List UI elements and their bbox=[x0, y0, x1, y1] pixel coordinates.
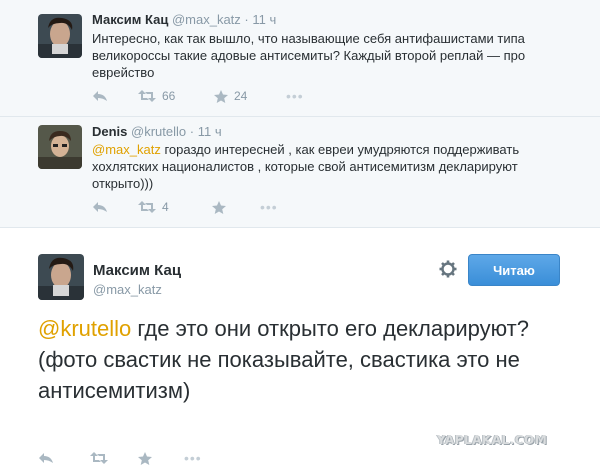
favorite-icon bbox=[214, 89, 228, 103]
tweet-text: @krutello где это они открыто его деклар… bbox=[38, 313, 558, 406]
separator-dot: · bbox=[244, 12, 249, 27]
favorite-icon bbox=[138, 451, 152, 465]
tweet-text: Интересно, как так вышло, что называющие… bbox=[92, 31, 526, 80]
avatar[interactable] bbox=[38, 254, 84, 300]
reply-icon bbox=[93, 91, 107, 101]
author-name[interactable]: Максим Кац bbox=[93, 262, 181, 279]
retweet-button[interactable]: 4 bbox=[138, 200, 212, 214]
more-icon[interactable]: ••• bbox=[286, 88, 304, 104]
reply-button[interactable] bbox=[92, 90, 138, 102]
gear-icon[interactable] bbox=[439, 260, 457, 283]
watermark: YAPLAKAL.COM bbox=[437, 433, 548, 447]
tweet-header: Denis @krutello · 11 ч bbox=[92, 124, 222, 139]
author-name[interactable]: Denis bbox=[92, 124, 127, 139]
timestamp[interactable]: 11 ч bbox=[198, 124, 222, 139]
author-handle[interactable]: @krutello bbox=[131, 124, 186, 139]
retweet-count: 66 bbox=[162, 89, 176, 103]
avatar[interactable] bbox=[38, 125, 82, 169]
reply-button[interactable] bbox=[92, 201, 138, 213]
retweet-button[interactable] bbox=[90, 452, 138, 464]
retweet-count: 4 bbox=[162, 200, 169, 214]
tweet-actions: ••• bbox=[38, 449, 202, 467]
retweet-icon bbox=[138, 90, 156, 102]
tweet-actions: 66 24 ••• bbox=[92, 87, 304, 105]
favorite-count: 24 bbox=[234, 89, 248, 103]
retweet-button[interactable]: 66 bbox=[138, 89, 214, 103]
reply-icon bbox=[39, 453, 53, 463]
mention-link[interactable]: @max_katz bbox=[92, 142, 161, 157]
favorite-button[interactable]: 24 bbox=[214, 89, 286, 103]
favorite-button[interactable] bbox=[212, 200, 260, 214]
author-name[interactable]: Максим Кац bbox=[92, 12, 168, 27]
tweet-header: Максим Кац @max_katz · 11 ч bbox=[92, 12, 276, 27]
reply-icon bbox=[93, 202, 107, 212]
author-handle[interactable]: @max_katz bbox=[172, 12, 241, 27]
reply-tweet-1: Максим Кац @max_katz · 11 ч Интересно, к… bbox=[0, 0, 600, 117]
mention-link[interactable]: @krutello bbox=[38, 316, 131, 341]
more-icon[interactable]: ••• bbox=[260, 199, 278, 215]
tweet-text: @max_katz гораздо интересней , как евреи… bbox=[92, 141, 562, 192]
tweet-actions: 4 ••• bbox=[92, 198, 278, 216]
following-button[interactable]: Читаю bbox=[468, 254, 560, 286]
author-handle[interactable]: @max_katz bbox=[93, 282, 162, 297]
more-icon[interactable]: ••• bbox=[184, 450, 202, 466]
retweet-icon bbox=[90, 452, 108, 464]
favorite-button[interactable] bbox=[138, 451, 184, 465]
reply-button[interactable] bbox=[38, 452, 90, 464]
timestamp[interactable]: 11 ч bbox=[252, 12, 276, 27]
retweet-icon bbox=[138, 201, 156, 213]
favorite-icon bbox=[212, 200, 226, 214]
separator-dot: · bbox=[189, 124, 195, 139]
reply-tweet-2: Denis @krutello · 11 ч @max_katz гораздо… bbox=[0, 117, 600, 228]
avatar[interactable] bbox=[38, 14, 82, 58]
